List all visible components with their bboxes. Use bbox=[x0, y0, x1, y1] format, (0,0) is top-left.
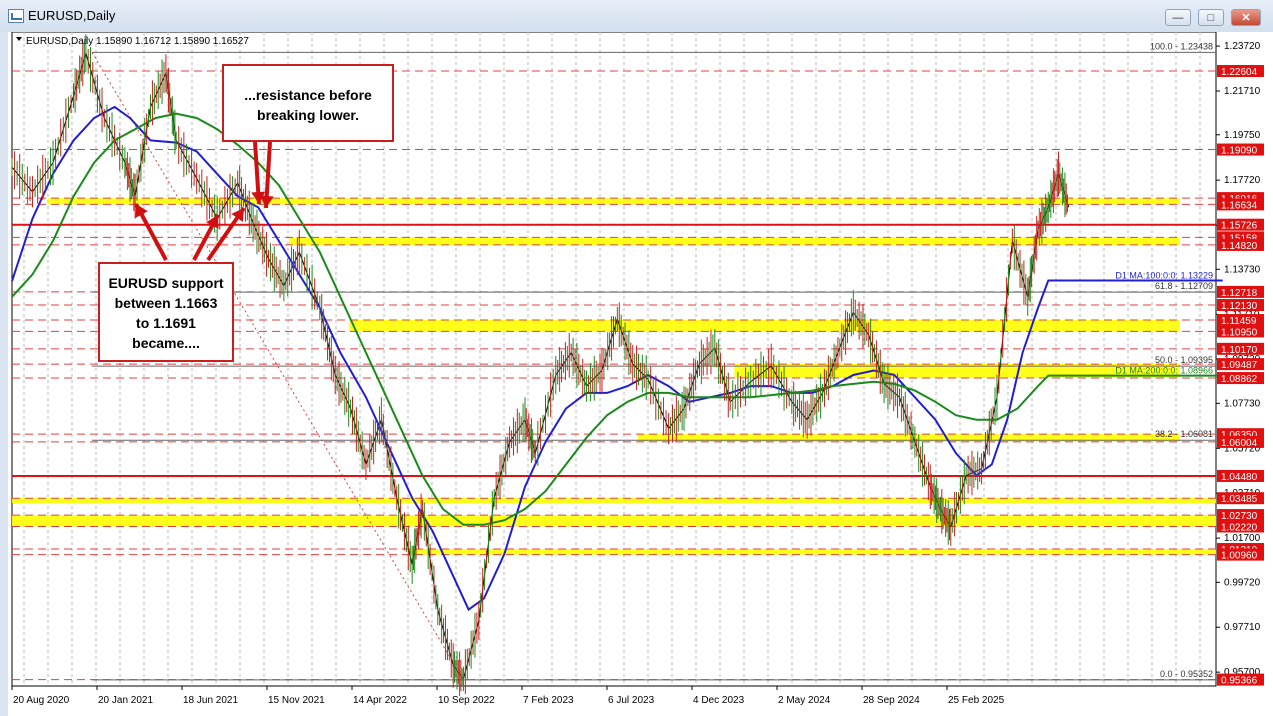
support-annotation-line-2: between 1.1663 bbox=[114, 295, 218, 311]
fib-level-label: 50.0 - 1.09395 bbox=[1155, 355, 1213, 365]
price-tag-label: 1.00960 bbox=[1221, 551, 1258, 562]
price-tag: 1.02730 bbox=[1217, 509, 1264, 522]
price-tag-label: 1.04480 bbox=[1221, 472, 1258, 483]
price-tag-label: 1.03485 bbox=[1221, 494, 1258, 505]
price-tag: 1.10170 bbox=[1217, 342, 1264, 356]
y-axis-label: 1.17720 bbox=[1224, 175, 1261, 186]
price-tag-label: 1.06004 bbox=[1221, 438, 1258, 449]
price-tag-label: 1.10950 bbox=[1221, 327, 1258, 338]
resistance-annotation-box: ...resistance before breaking lower. bbox=[222, 64, 394, 142]
price-tag: 1.02220 bbox=[1217, 520, 1264, 533]
window-title: EURUSD,Daily bbox=[28, 8, 116, 23]
price-tag: 1.08862 bbox=[1217, 372, 1264, 385]
price-tag: 1.00960 bbox=[1217, 548, 1264, 562]
chart-canvas[interactable]: 20 Aug 2020 20 Jan 2021 18 Jun 2021 15 Nov … bbox=[8, 32, 1273, 716]
x-axis-label: 20 Jan 2021 bbox=[98, 695, 153, 706]
resistance-annotation-line-1: ...resistance before bbox=[244, 87, 372, 103]
price-chart[interactable]: 20 Aug 2020 20 Jan 2021 18 Jun 2021 15 Nov … bbox=[8, 32, 1273, 716]
x-axis-label: 28 Sep 2024 bbox=[863, 695, 920, 706]
x-axis-label: 6 Jul 2023 bbox=[608, 695, 655, 706]
support-annotation-line-4: became.... bbox=[132, 335, 200, 351]
support-resistance-zone bbox=[349, 320, 1180, 332]
price-tag: 1.12718 bbox=[1217, 285, 1264, 299]
y-axis-label: 1.07730 bbox=[1224, 398, 1261, 409]
ohlc-header: EURUSD,Daily 1.15890 1.16712 1.15890 1.1… bbox=[26, 36, 249, 47]
x-axis-label: 25 Feb 2025 bbox=[948, 695, 1005, 706]
price-tag-label: 1.19090 bbox=[1221, 146, 1258, 157]
price-tag: 1.12130 bbox=[1217, 299, 1264, 312]
support-annotation-box: EURUSD support between 1.1663 to 1.1691 … bbox=[98, 262, 234, 362]
support-resistance-zone bbox=[638, 434, 1180, 443]
x-axis-label: 14 Apr 2022 bbox=[353, 695, 407, 706]
price-tag-label: 1.14820 bbox=[1221, 241, 1258, 252]
terminal-window: EURUSD,Daily — □ ✕ 20 Aug 2020 20 Jan 202… bbox=[0, 0, 1273, 716]
moving-average-label: D1 MA:200:0:0: 1.08966 bbox=[1115, 366, 1213, 376]
price-tag-label: 1.02220 bbox=[1221, 522, 1258, 533]
minimize-button[interactable]: — bbox=[1165, 9, 1191, 26]
support-resistance-zone bbox=[288, 237, 1180, 245]
price-tag: 1.04480 bbox=[1217, 469, 1264, 483]
moving-average-label: D1 MA:100:0:0: 1.13229 bbox=[1115, 270, 1213, 280]
price-tag: 1.06004 bbox=[1217, 435, 1264, 449]
x-axis-label: 15 Nov 2021 bbox=[268, 695, 325, 706]
support-annotation-line-1: EURUSD support bbox=[108, 275, 224, 291]
price-tag-label: 1.12130 bbox=[1221, 301, 1258, 312]
fib-level-label: 0.0 - 0.95352 bbox=[1160, 669, 1213, 679]
price-tag-label: 1.12718 bbox=[1221, 288, 1258, 299]
price-tag: 1.09487 bbox=[1217, 358, 1264, 371]
x-axis-label: 18 Jun 2021 bbox=[183, 695, 238, 706]
y-axis-label: 0.99720 bbox=[1224, 577, 1261, 588]
price-tag-label: 1.02730 bbox=[1221, 511, 1258, 522]
window-titlebar[interactable]: EURUSD,Daily — □ ✕ bbox=[0, 0, 1273, 32]
price-tag: 1.16634 bbox=[1217, 198, 1264, 211]
support-annotation-line-3: to 1.1691 bbox=[136, 315, 196, 331]
support-resistance-zone bbox=[409, 549, 1216, 555]
price-tag: 1.14820 bbox=[1217, 238, 1264, 252]
support-resistance-zone bbox=[12, 498, 1216, 504]
price-tag: 1.11459 bbox=[1217, 314, 1264, 327]
y-axis-label: 0.97710 bbox=[1224, 622, 1261, 633]
fib-level-label: 100.0 - 1.23438 bbox=[1150, 41, 1213, 51]
y-axis-label: 1.19750 bbox=[1224, 130, 1261, 141]
y-axis-label: 1.13730 bbox=[1224, 264, 1261, 275]
y-axis-label: 1.21710 bbox=[1224, 86, 1261, 97]
price-tag-label: 1.16634 bbox=[1221, 200, 1258, 211]
y-axis-label: 1.23720 bbox=[1224, 41, 1261, 52]
support-resistance-zone bbox=[48, 198, 1180, 205]
close-button[interactable]: ✕ bbox=[1231, 9, 1261, 26]
price-tag: 1.10950 bbox=[1217, 325, 1264, 338]
price-tag-label: 1.15726 bbox=[1221, 221, 1258, 232]
x-axis-label: 7 Feb 2023 bbox=[523, 695, 574, 706]
price-tag: 0.95366 bbox=[1217, 673, 1264, 687]
price-tag: 1.03485 bbox=[1217, 492, 1264, 505]
price-tag-label: 1.10170 bbox=[1221, 345, 1258, 356]
y-axis-label: 1.01700 bbox=[1224, 533, 1261, 544]
price-tag-label: 1.09487 bbox=[1221, 360, 1258, 371]
x-axis-label: 10 Sep 2022 bbox=[438, 695, 495, 706]
price-tag: 1.19090 bbox=[1217, 143, 1264, 157]
fib-level-label: 61.8 - 1.12709 bbox=[1155, 281, 1213, 291]
price-tag: 1.15726 bbox=[1217, 218, 1264, 232]
x-axis-label: 4 Dec 2023 bbox=[693, 695, 745, 706]
x-axis-label: 20 Aug 2020 bbox=[13, 695, 70, 706]
price-tag-label: 1.22604 bbox=[1221, 67, 1258, 78]
support-resistance-zone bbox=[12, 515, 1216, 527]
maximize-button[interactable]: □ bbox=[1198, 9, 1224, 26]
price-tag-label: 1.11459 bbox=[1221, 316, 1257, 327]
chart-window-icon bbox=[8, 9, 24, 23]
fib-level-label: 38.2 - 1.06081 bbox=[1155, 429, 1213, 439]
x-axis-label: 2 May 2024 bbox=[778, 695, 831, 706]
resistance-annotation-line-2: breaking lower. bbox=[257, 107, 359, 123]
price-tag-label: 1.08862 bbox=[1221, 374, 1258, 385]
price-tag-label: 0.95366 bbox=[1221, 676, 1258, 687]
price-tag: 1.22604 bbox=[1217, 65, 1264, 78]
